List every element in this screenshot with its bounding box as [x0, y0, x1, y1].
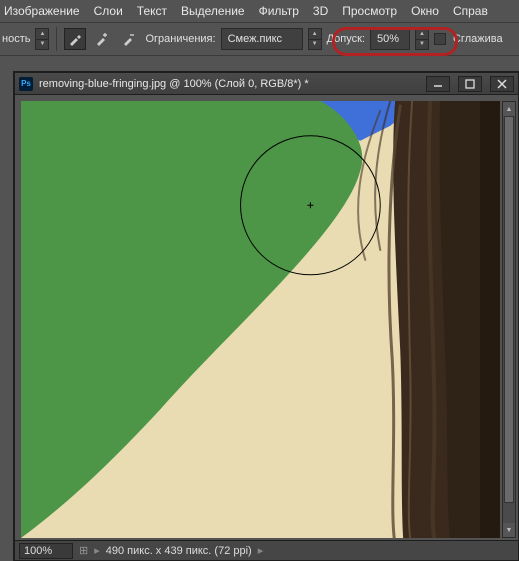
- tool-options-bar: ность ▲▼ Ограничения: Смеж.пикс ▲▼ Допус…: [0, 22, 519, 56]
- smooth-checkbox[interactable]: [434, 33, 446, 45]
- smooth-label: Сглажива: [453, 33, 503, 45]
- image-canvas[interactable]: [21, 101, 500, 538]
- status-info-chevron-icon[interactable]: ▸: [258, 544, 264, 557]
- eyedropper-replace-icon[interactable]: [64, 28, 86, 50]
- eyedropper-add-icon[interactable]: [91, 28, 113, 50]
- menu-3d[interactable]: 3D: [313, 4, 328, 18]
- status-doc-info: 490 пикс. x 439 пикс. (72 ppi): [106, 545, 252, 557]
- document-title: removing-blue-fringing.jpg @ 100% (Слой …: [39, 78, 418, 90]
- constraints-dropdown[interactable]: Смеж.пикс: [221, 28, 303, 50]
- menu-view[interactable]: Просмотр: [342, 4, 397, 18]
- scroll-up-arrow[interactable]: ▲: [503, 102, 515, 116]
- eyedropper-subtract-icon[interactable]: [118, 28, 140, 50]
- menu-image[interactable]: Изображение: [4, 4, 80, 18]
- scroll-down-arrow[interactable]: ▼: [503, 523, 515, 537]
- menu-text[interactable]: Текст: [137, 4, 167, 18]
- scroll-track[interactable]: [503, 116, 515, 523]
- zoom-value: 100%: [24, 545, 52, 557]
- options-separator: [56, 27, 57, 51]
- close-button[interactable]: [490, 76, 514, 92]
- options-stepper-1[interactable]: ▲▼: [35, 28, 49, 50]
- tolerance-input[interactable]: 50%: [370, 28, 410, 50]
- constraints-value: Смеж.пикс: [228, 33, 282, 45]
- photoshop-icon: Ps: [19, 77, 33, 91]
- scroll-thumb[interactable]: [504, 116, 514, 503]
- document-window: Ps removing-blue-fringing.jpg @ 100% (Сл…: [14, 72, 519, 561]
- vertical-scrollbar[interactable]: ▲ ▼: [502, 101, 516, 538]
- tolerance-value: 50%: [377, 33, 399, 45]
- menu-help[interactable]: Справ: [453, 4, 488, 18]
- tolerance-label: Допуск:: [327, 33, 365, 45]
- canvas-viewport: [21, 101, 500, 538]
- status-view-icon[interactable]: ⊞: [79, 544, 88, 557]
- document-statusbar: 100% ⊞ ▸ 490 пикс. x 439 пикс. (72 ppi) …: [15, 540, 518, 560]
- minimize-button[interactable]: [426, 76, 450, 92]
- menu-layers[interactable]: Слои: [94, 4, 123, 18]
- menu-filter[interactable]: Фильтр: [259, 4, 299, 18]
- maximize-button[interactable]: [458, 76, 482, 92]
- zoom-field[interactable]: 100%: [19, 543, 73, 559]
- document-titlebar: Ps removing-blue-fringing.jpg @ 100% (Сл…: [15, 73, 518, 95]
- tolerance-stepper[interactable]: ▲▼: [415, 28, 429, 50]
- menu-window[interactable]: Окно: [411, 4, 439, 18]
- status-chevron-icon[interactable]: ▸: [94, 544, 100, 557]
- options-partial-label: ность: [2, 33, 30, 45]
- constraints-stepper[interactable]: ▲▼: [308, 28, 322, 50]
- constraints-label: Ограничения:: [145, 33, 215, 45]
- main-menubar: Изображение Слои Текст Выделение Фильтр …: [0, 0, 519, 22]
- menu-selection[interactable]: Выделение: [181, 4, 245, 18]
